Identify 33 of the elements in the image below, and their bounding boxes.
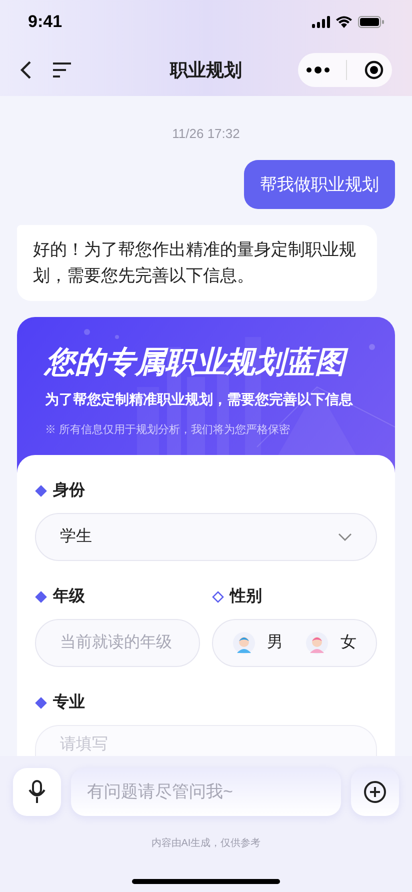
timestamp: 11/26 17:32 <box>171 125 241 143</box>
user-message: 帮我做职业规划 <box>244 160 395 209</box>
card-subtitle: 为了帮您定制精准职业规划，需要您完善以下信息 <box>45 390 354 409</box>
gender-option[interactable]: 女 <box>298 626 364 658</box>
girl-avatar-icon <box>306 632 328 654</box>
identity-select[interactable]: 学生 <box>35 512 377 560</box>
more-icon[interactable] <box>306 66 330 74</box>
ai-disclaimer: 内容由AI生成，仅供参考 <box>150 836 262 851</box>
status-time: 9:41 <box>28 11 62 34</box>
input-field[interactable]: 当前就读的年级 <box>35 618 200 666</box>
select-value: 学生 <box>60 526 92 546</box>
message-input[interactable]: 有问题请尽管问我~ <box>71 768 341 816</box>
assistant-message: 好的！为了帮您作出精准的量身定制职业规划，需要您先完善以下信息。 <box>17 225 377 301</box>
menu-icon[interactable] <box>52 62 72 78</box>
record-icon[interactable] <box>364 60 384 80</box>
card-title: 您的专属职业规划蓝图 <box>45 345 367 381</box>
field-label: 专业 <box>53 692 85 712</box>
field-label: 身份 <box>53 480 85 500</box>
chevron-down-icon <box>338 532 352 540</box>
wifi-icon <box>336 16 352 28</box>
add-button[interactable] <box>351 768 399 816</box>
page-title: 职业规划 <box>170 58 242 82</box>
back-icon[interactable] <box>20 60 32 80</box>
boy-avatar-icon <box>232 632 255 654</box>
gender-option[interactable]: 男 <box>224 626 291 658</box>
field-label: 年级 <box>53 586 85 606</box>
microphone-button[interactable] <box>13 768 61 816</box>
battery-icon <box>358 16 384 28</box>
field-label: 性别 <box>230 586 262 606</box>
privacy-note: ※ 所有信息仅用于规划分析，我们将为您严格保密 <box>45 422 292 438</box>
plus-circle-icon <box>363 780 387 804</box>
microphone-icon <box>28 780 46 804</box>
signal-icon <box>312 16 330 28</box>
